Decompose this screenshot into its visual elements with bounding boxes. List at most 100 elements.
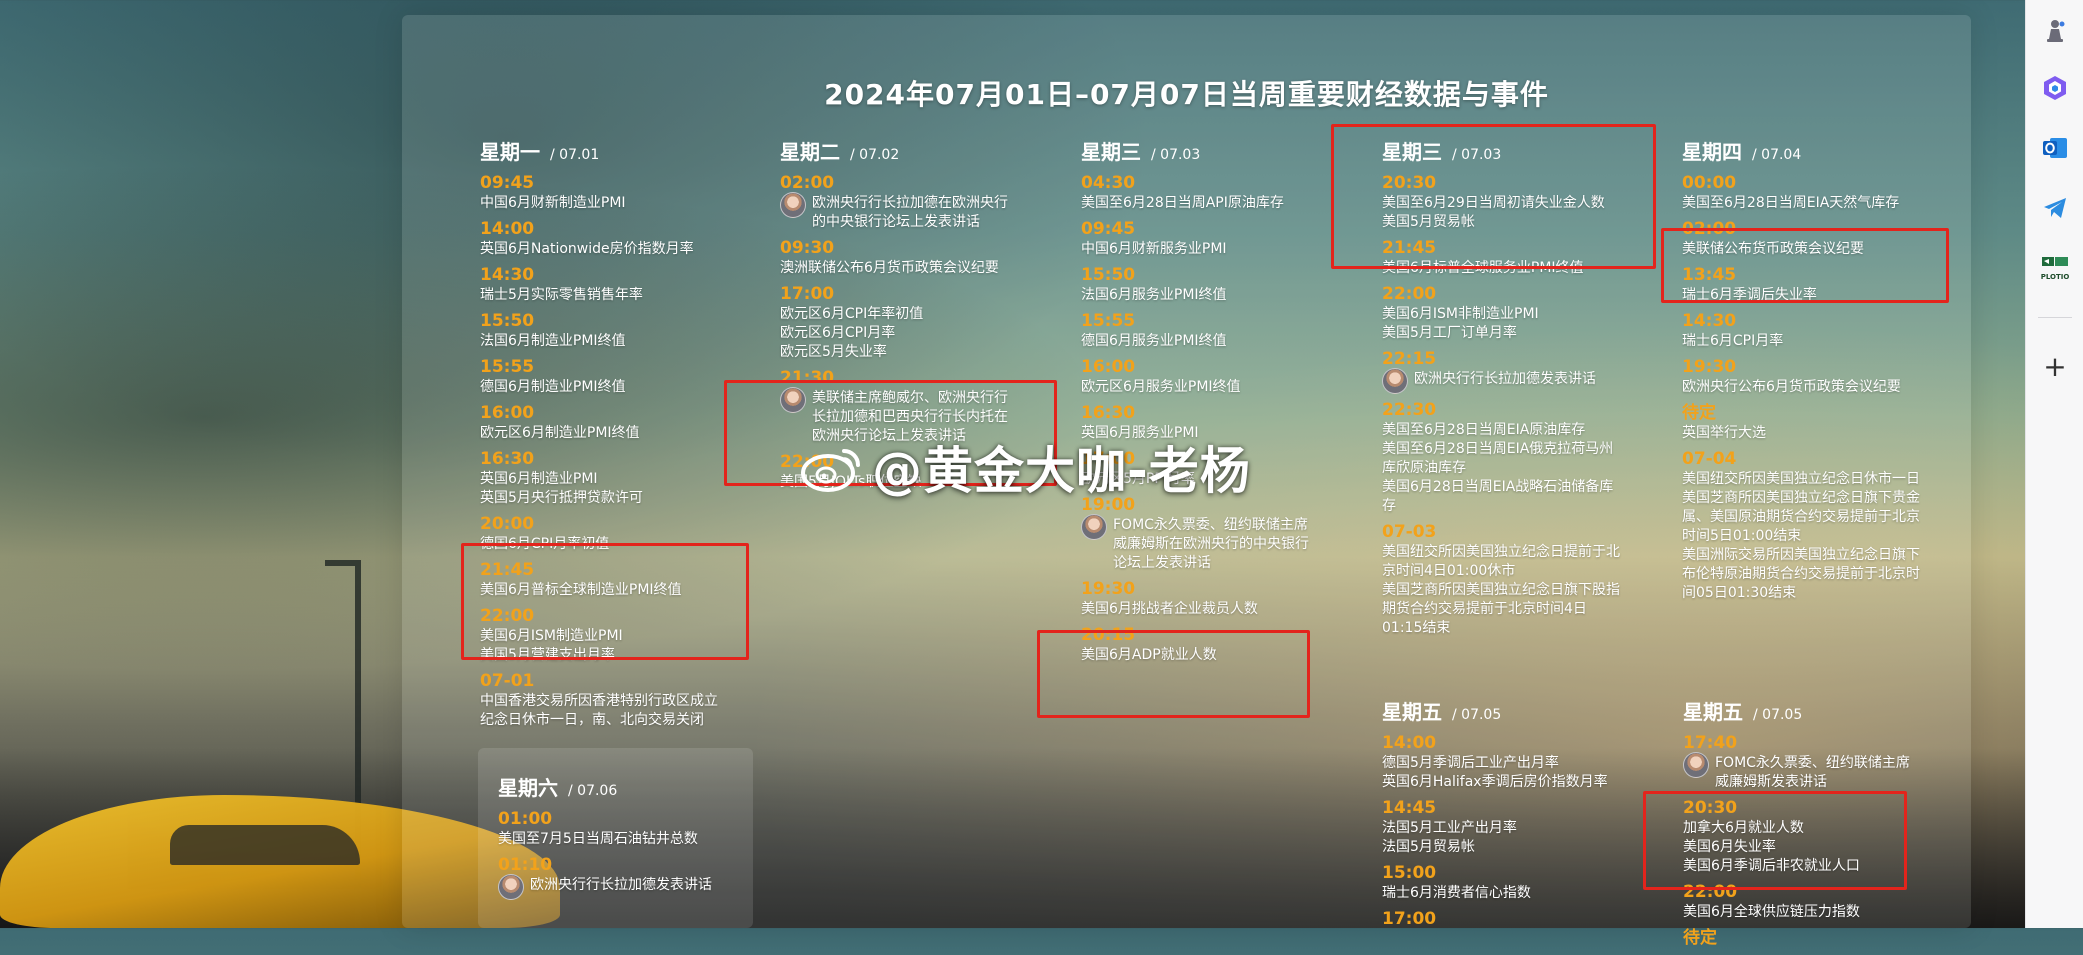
event-time: 01:00 bbox=[498, 809, 553, 829]
day-name: 星期三 bbox=[1081, 140, 1141, 164]
event-description: 欧洲央行行长拉加德发表讲话 bbox=[1382, 368, 1622, 394]
calendar-event: 16:00 欧元区6月制造业PMI终值 bbox=[480, 403, 720, 443]
weibo-icon bbox=[800, 441, 864, 493]
event-description: 德国6月服务业PMI终值 bbox=[1081, 333, 1227, 349]
calendar-event: 15:55 德国6月服务业PMI终值 bbox=[1081, 311, 1321, 351]
event-description: 澳洲联储公布6月货币政策会议纪要 bbox=[780, 260, 999, 276]
calendar-event: 15:50 法国6月制造业PMI终值 bbox=[480, 311, 720, 351]
event-time: 00:00 bbox=[1682, 173, 1737, 193]
event-description-text: 欧洲央行行长拉加德在欧洲央行的中央银行论坛上发表讲话 bbox=[812, 195, 1008, 230]
event-description: 欧元区5月失业率 bbox=[780, 344, 887, 360]
calendar-event: 02:00 欧洲央行行长拉加德在欧洲央行的中央银行论坛上发表讲话 bbox=[780, 173, 1020, 232]
event-time: 待定 bbox=[1682, 403, 1716, 423]
event-time: 20:00 bbox=[480, 514, 535, 534]
event-description: 美国至6月28日当周EIA天然气库存 bbox=[1682, 195, 1900, 211]
day-name: 星期四 bbox=[1682, 140, 1742, 164]
event-description: FOMC永久票委、纽约联储主席威廉姆斯发表讲话 bbox=[1683, 752, 1923, 792]
calendar-event: 19:00 FOMC永久票委、纽约联储主席威廉姆斯在欧洲央行的中央银行论坛上发表讲… bbox=[1081, 495, 1321, 573]
event-time: 15:00 bbox=[1382, 863, 1437, 883]
highlight-fri-nfp bbox=[1643, 791, 1907, 890]
event-description: 美国纽交所因美国独立纪念日休市一日 bbox=[1682, 471, 1920, 487]
day-name: 星期二 bbox=[780, 140, 840, 164]
calendar-event: 16:30 英国6月制造业PMI 英国5月央行抵押贷款许可 bbox=[480, 449, 720, 508]
event-description: 欧元区6月服务业PMI终值 bbox=[1081, 379, 1241, 395]
event-time: 22:15 bbox=[1382, 349, 1437, 369]
sidebar-separator bbox=[2038, 317, 2072, 318]
event-description: 美国芝商所因美国独立纪念日旗下贵金属、美国原油期货合约交易提前于北京时间5日01… bbox=[1682, 490, 1920, 544]
event-description: 欧洲央行行长拉加德在欧洲央行的中央银行论坛上发表讲话 bbox=[780, 192, 1020, 232]
speaker-avatar bbox=[780, 192, 806, 218]
calendar-event: 17:00 bbox=[1382, 909, 1622, 930]
event-description: 英国6月制造业PMI bbox=[480, 471, 598, 487]
speaker-avatar bbox=[1081, 514, 1107, 540]
calendar-event: 17:00 欧元区6月CPI年率初值 欧元区6月CPI月率 欧元区5月失业率 bbox=[780, 284, 1020, 362]
calendar-event: 14:45 法国5月工业产出月率 法国5月贸易帐 bbox=[1382, 798, 1622, 857]
chess-icon[interactable] bbox=[2039, 14, 2071, 46]
event-description: 瑞士6月消费者信心指数 bbox=[1382, 885, 1531, 901]
outlook-icon[interactable] bbox=[2039, 132, 2071, 164]
calendar-event: 19:30 欧洲央行公布6月货币政策会议纪要 bbox=[1682, 357, 1927, 397]
event-time: 14:30 bbox=[1682, 311, 1737, 331]
watermark-text: @黄金大咖-老杨 bbox=[872, 442, 1251, 500]
highlight-mon-pmi bbox=[461, 543, 749, 660]
event-description: 欧元区6月CPI月率 bbox=[780, 325, 896, 341]
calendar-event: 09:30 澳洲联储公布6月货币政策会议纪要 bbox=[780, 238, 1020, 278]
day-name: 星期五 bbox=[1382, 700, 1442, 724]
calendar-event: 07-01 中国香港交易所因香港特别行政区成立纪念日休市一日，南、北向交易关闭 bbox=[480, 671, 720, 730]
event-time: 15:55 bbox=[1081, 311, 1136, 331]
day-header: 星期一 / 07.01 bbox=[480, 136, 720, 165]
event-description: 美国芝商所因美国独立纪念日旗下股指期货合约交易提前于北京时间4日01:15结束 bbox=[1382, 582, 1620, 636]
day-date: / 07.05 bbox=[1753, 707, 1803, 723]
plotio-icon[interactable]: PLOTIO bbox=[2039, 252, 2071, 284]
event-time: 07-03 bbox=[1382, 522, 1437, 542]
event-description: 美国6月全球供应链压力指数 bbox=[1683, 904, 1860, 920]
event-time: 07-04 bbox=[1682, 449, 1737, 469]
event-description: 中国6月财新服务业PMI bbox=[1081, 241, 1227, 257]
copilot-icon[interactable] bbox=[2039, 72, 2071, 104]
event-description: 欧洲央行行长拉加德发表讲话 bbox=[498, 874, 748, 900]
day-date: / 07.04 bbox=[1752, 147, 1802, 163]
browser-sidebar: PLOTIO + bbox=[2025, 0, 2083, 928]
calendar-event: 15:00 瑞士6月消费者信心指数 bbox=[1382, 863, 1622, 903]
telegram-icon[interactable] bbox=[2039, 192, 2071, 224]
calendar-event: 09:45 中国6月财新制造业PMI bbox=[480, 173, 720, 213]
event-time: 16:30 bbox=[480, 449, 535, 469]
calendar-event: 14:00 德国5月季调后工业产出月率 英国6月Halifax季调后房价指数月率 bbox=[1382, 733, 1622, 792]
day-header: 星期四 / 07.04 bbox=[1682, 136, 1927, 165]
day-date: / 07.01 bbox=[550, 147, 600, 163]
event-description: 美国6月挑战者企业裁员人数 bbox=[1081, 601, 1258, 617]
calendar-event: 22:30 美国至6月28日当周EIA原油库存 美国至6月28日当周EIA俄克拉荷马… bbox=[1382, 400, 1622, 516]
calendar-event: 09:45 中国6月财新服务业PMI bbox=[1081, 219, 1321, 259]
highlight-thu-fomc-minutes bbox=[1661, 228, 1949, 303]
weibo-watermark: @黄金大咖-老杨 bbox=[800, 432, 1251, 502]
day-column-fri: 星期五 / 07.05 14:00 德国5月季调后工业产出月率 英国6月Halifax季… bbox=[1382, 696, 1622, 936]
event-description: 中国6月财新制造业PMI bbox=[480, 195, 626, 211]
calendar-event: 14:30 瑞士5月实际零售销售年率 bbox=[480, 265, 720, 305]
event-time: 01:10 bbox=[498, 855, 553, 875]
event-description: 美国至7月5日当周石油钻井总数 bbox=[498, 831, 698, 847]
day-name: 星期五 bbox=[1683, 700, 1743, 724]
speaker-avatar bbox=[1683, 752, 1709, 778]
calendar-event: 22:00 美国6月ISM非制造业PMI 美国5月工厂订单月率 bbox=[1382, 284, 1622, 343]
event-description: FOMC永久票委、纽约联储主席威廉姆斯在欧洲央行的中央银行论坛上发表讲话 bbox=[1081, 514, 1321, 573]
calendar-title: 2024年07月01日–07月07日当周重要财经数据与事件 bbox=[824, 78, 1549, 111]
speaker-avatar bbox=[1382, 368, 1408, 394]
event-description: 美国至6月28日当周EIA原油库存 bbox=[1382, 422, 1586, 438]
event-description: 英国举行大选 bbox=[1682, 425, 1766, 441]
day-header: 星期五 / 07.05 bbox=[1683, 696, 1923, 725]
highlight-wed-adp bbox=[1037, 630, 1310, 718]
event-time: 16:00 bbox=[480, 403, 535, 423]
event-time: 16:30 bbox=[1081, 403, 1136, 423]
event-description: 欧元区6月CPI年率初值 bbox=[780, 306, 924, 322]
event-description: 法国6月服务业PMI终值 bbox=[1081, 287, 1227, 303]
event-time: 15:50 bbox=[480, 311, 535, 331]
calendar-event: 00:00 美国至6月28日当周EIA天然气库存 bbox=[1682, 173, 1927, 213]
event-description: 中国香港交易所因香港特别行政区成立纪念日休市一日，南、北向交易关闭 bbox=[480, 693, 718, 728]
add-sidebar-app-button[interactable]: + bbox=[2039, 350, 2071, 383]
event-description-text: FOMC永久票委、纽约联储主席威廉姆斯在欧洲央行的中央银行论坛上发表讲话 bbox=[1113, 517, 1309, 571]
day-header: 星期六 / 07.06 bbox=[498, 772, 748, 801]
event-description: 法国6月制造业PMI终值 bbox=[480, 333, 626, 349]
event-time: 15:55 bbox=[480, 357, 535, 377]
event-description: 法国5月贸易帐 bbox=[1382, 839, 1475, 855]
calendar-event: 15:50 法国6月服务业PMI终值 bbox=[1081, 265, 1321, 305]
